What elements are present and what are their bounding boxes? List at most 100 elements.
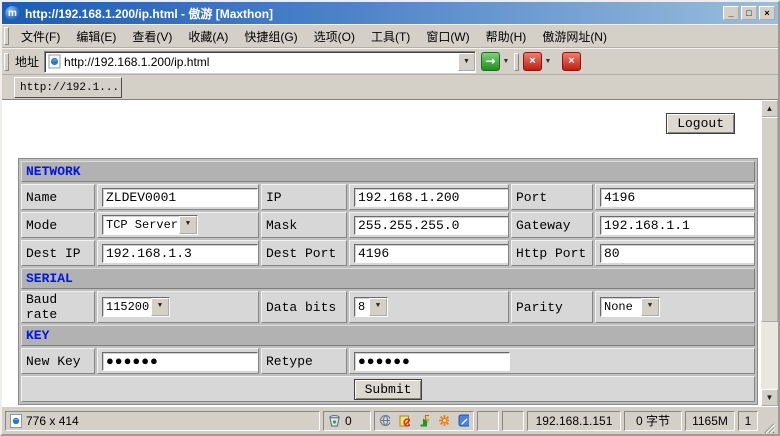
device-config-page: Logout NETWORK Name IP Port Mode: [2, 100, 761, 406]
edit-page-icon[interactable]: [458, 414, 469, 427]
field-label: Mask: [261, 212, 347, 238]
name-input[interactable]: [102, 188, 258, 207]
popup-block-icon[interactable]: [399, 414, 410, 427]
section-header-key: KEY: [21, 325, 755, 346]
menu-help[interactable]: 帮助(H): [478, 25, 535, 48]
baud-rate-select[interactable]: 115200 ▼: [102, 297, 170, 317]
window-controls: _ □ ×: [723, 6, 775, 20]
field-label: Name: [21, 184, 95, 210]
field-label: Baud rate: [21, 291, 95, 323]
status-bar: 776 x 414 0: [2, 406, 778, 434]
tab-count-text: 1: [745, 414, 752, 428]
address-input[interactable]: [64, 55, 458, 69]
address-combo[interactable]: ▼: [44, 51, 476, 73]
menu-file[interactable]: 文件(F): [13, 25, 68, 48]
table-row: Baud rate 115200 ▼ Data bits 8 ▼: [21, 291, 755, 323]
toolbar-grip[interactable]: [4, 27, 9, 45]
table-row: Submit: [21, 376, 755, 402]
stop-dropdown-button[interactable]: ▼: [542, 52, 554, 71]
status-bytes-panel: 0 字节: [624, 411, 682, 431]
http-port-input[interactable]: [600, 244, 755, 263]
table-row: Mode TCP Server ▼ Mask Gateway: [21, 212, 755, 238]
chevron-down-icon[interactable]: ▼: [641, 298, 659, 316]
section-header-serial: SERIAL: [21, 268, 755, 289]
memory-text: 1165M: [692, 414, 728, 428]
chevron-down-icon[interactable]: ▼: [151, 298, 169, 316]
mask-input[interactable]: [354, 216, 509, 235]
scrollbar-thumb[interactable]: [761, 117, 778, 322]
dest-ip-input[interactable]: [102, 244, 258, 263]
tab-bar: http://192.1...: [2, 75, 778, 100]
menu-maxthon-sites[interactable]: 傲游网址(N): [534, 25, 615, 48]
menu-tools[interactable]: 工具(T): [363, 25, 418, 48]
ip-input[interactable]: [354, 188, 509, 207]
menu-bar: 文件(F) 编辑(E) 查看(V) 收藏(A) 快捷组(G) 选项(O) 工具(…: [2, 24, 778, 48]
status-memory-panel: 1165M: [685, 411, 735, 431]
content-filter-panel[interactable]: 0: [323, 411, 371, 431]
scroll-down-button[interactable]: ▼: [761, 389, 778, 406]
field-label: Http Port: [511, 240, 593, 266]
table-row: Name IP Port: [21, 184, 755, 210]
scrollbar-track[interactable]: [761, 117, 778, 389]
menu-view[interactable]: 查看(V): [124, 25, 180, 48]
config-table: NETWORK Name IP Port Mode TCP Server ▼: [18, 158, 758, 405]
go-button[interactable]: →: [481, 52, 500, 71]
table-row: New Key Retype: [21, 348, 755, 374]
menu-edit[interactable]: 编辑(E): [68, 25, 124, 48]
data-bits-select[interactable]: 8 ▼: [354, 297, 388, 317]
window-title: http://192.168.1.200/ip.html - 傲游 [Maxth…: [25, 5, 723, 22]
status-ip-panel: 192.168.1.151: [527, 411, 621, 431]
scroll-up-button[interactable]: ▲: [761, 100, 778, 117]
browser-window: m http://192.168.1.200/ip.html - 傲游 [Max…: [0, 0, 780, 436]
section-header-network: NETWORK: [21, 161, 755, 182]
menu-quick-groups[interactable]: 快捷组(G): [236, 25, 305, 48]
field-label: Dest Port: [261, 240, 347, 266]
close-tab-button[interactable]: ×: [562, 52, 581, 71]
field-label: New Key: [21, 348, 95, 374]
dest-port-input[interactable]: [354, 244, 509, 263]
minimize-button[interactable]: _: [723, 6, 739, 20]
vertical-scrollbar[interactable]: ▲ ▼: [761, 100, 778, 406]
logout-button[interactable]: Logout: [666, 113, 735, 134]
flash-filter-icon[interactable]: [438, 414, 449, 427]
resize-grip[interactable]: [761, 414, 775, 434]
page-size-text: 776 x 414: [26, 414, 79, 428]
go-dropdown-button[interactable]: ▼: [500, 52, 512, 71]
menu-options[interactable]: 选项(O): [306, 25, 363, 48]
maximize-button[interactable]: □: [741, 6, 757, 20]
stop-button[interactable]: ×: [523, 52, 542, 71]
filter-trash-icon: [328, 414, 341, 427]
field-label: Port: [511, 184, 593, 210]
retype-key-input[interactable]: [354, 352, 510, 371]
address-dropdown-button[interactable]: ▼: [458, 53, 475, 71]
proxy-globe-icon[interactable]: [379, 414, 390, 427]
table-row: Dest IP Dest Port Http Port: [21, 240, 755, 266]
chevron-down-icon[interactable]: ▼: [179, 216, 197, 234]
close-button[interactable]: ×: [759, 6, 775, 20]
submit-button[interactable]: Submit: [354, 379, 423, 400]
chevron-down-icon[interactable]: ▼: [369, 298, 387, 316]
toolbar-grip[interactable]: [4, 53, 9, 71]
content-area: Logout NETWORK Name IP Port Mode: [2, 100, 778, 406]
local-ip-text: 192.168.1.151: [536, 414, 613, 428]
field-label: Dest IP: [21, 240, 95, 266]
status-empty-panel: [502, 411, 524, 431]
toolbar-grip[interactable]: [514, 53, 519, 71]
send-package-icon[interactable]: [419, 414, 430, 427]
gateway-input[interactable]: [600, 216, 755, 235]
page-icon: [10, 414, 22, 428]
menu-window[interactable]: 窗口(W): [418, 25, 477, 48]
status-empty-panel: [477, 411, 499, 431]
menu-favorites[interactable]: 收藏(A): [180, 25, 236, 48]
maxthon-logo-icon: m: [5, 6, 20, 21]
page-icon: [48, 54, 61, 69]
tab-current[interactable]: http://192.1...: [14, 77, 122, 98]
new-key-input[interactable]: [102, 352, 258, 371]
field-label: Gateway: [511, 212, 593, 238]
status-tools-panel: [374, 411, 474, 431]
mode-select[interactable]: TCP Server ▼: [102, 215, 198, 235]
address-label: 地址: [15, 53, 39, 70]
parity-select[interactable]: None ▼: [600, 297, 660, 317]
port-input[interactable]: [600, 188, 755, 207]
field-label: Parity: [511, 291, 593, 323]
